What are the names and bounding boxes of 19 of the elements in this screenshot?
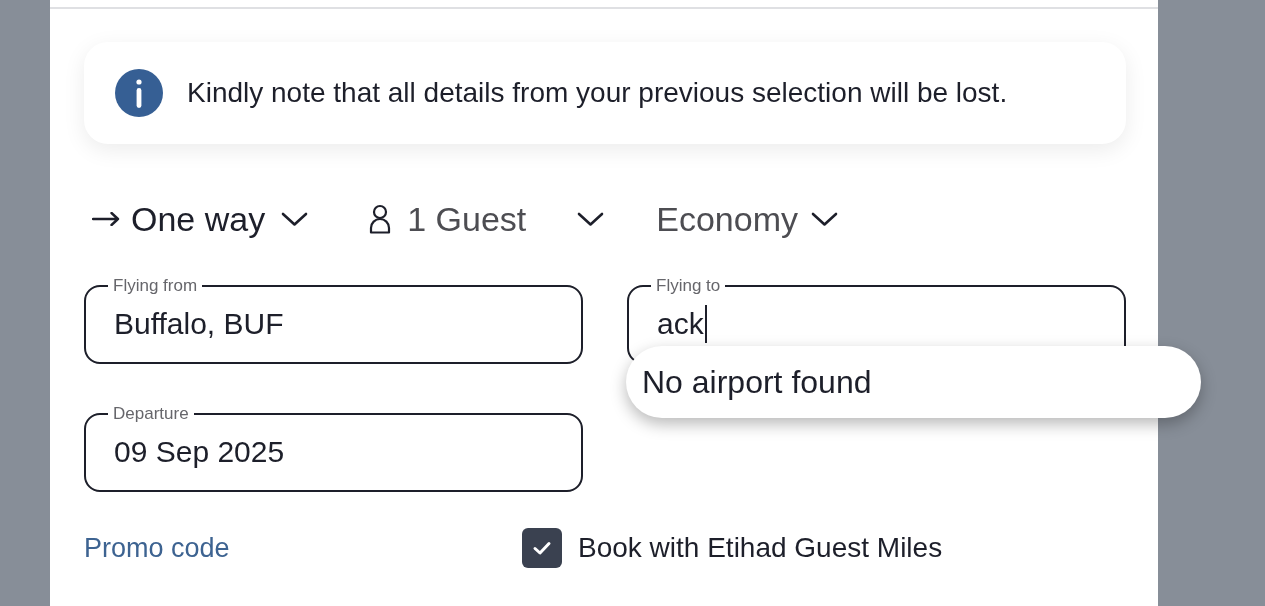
field-label: Flying from [112,276,199,296]
checkbox-label: Book with Etihad Guest Miles [578,531,943,565]
field-label: Flying to [655,276,722,296]
text-field[interactable]: Flying from Buffalo, BUF [84,276,583,364]
cabin-class-dropdown[interactable]: Economy [656,197,838,241]
info-icon [115,69,163,117]
text-field[interactable]: Departure 09 Sep 2025 [84,404,583,492]
trip-type-dropdown[interactable]: One way [92,197,309,241]
promo-code-link[interactable]: Promo code [84,531,230,565]
notice-message: Kindly note that all details from your previous selection will be lost. [187,76,1008,110]
person-icon [369,204,392,234]
field-label: Departure [112,404,190,424]
autocomplete-popup: No airport found [626,346,1201,418]
arrow-right-icon [92,212,120,226]
guests-dropdown[interactable]: 1 Guest [369,197,605,241]
chevron-down-icon [577,211,605,227]
chevron-down-icon [811,211,838,227]
chevron-down-icon [281,211,309,227]
checkbox[interactable] [522,528,562,568]
